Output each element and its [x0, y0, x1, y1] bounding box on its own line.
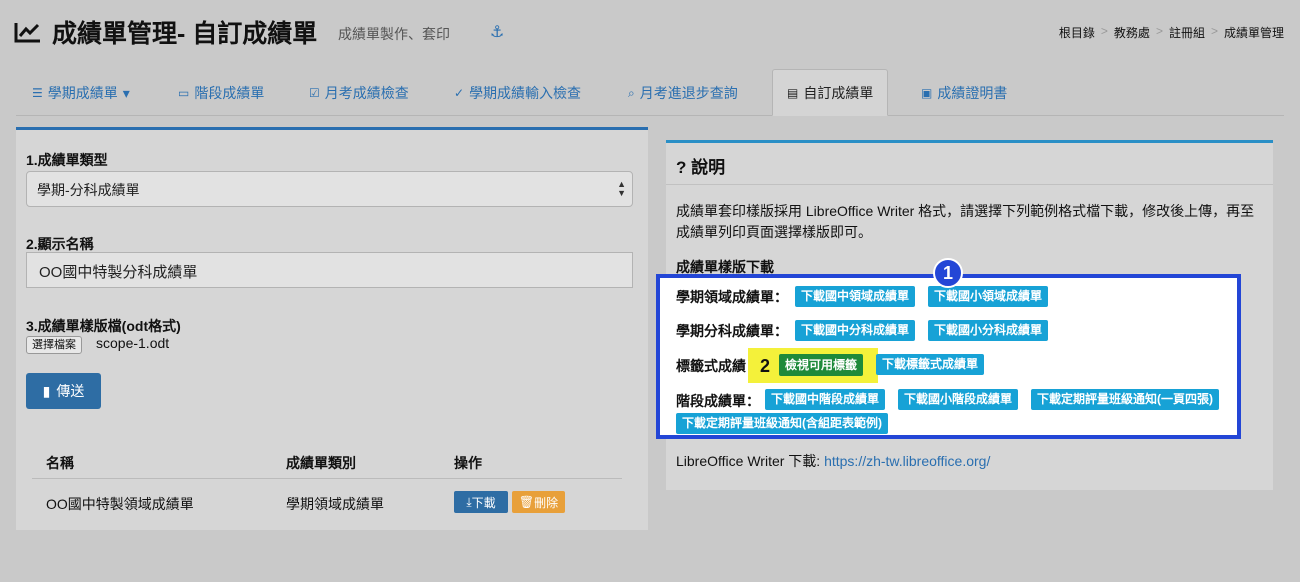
download-es-subject-button[interactable]: 下載國小分科成績單 [928, 320, 1049, 341]
view-tags-button[interactable]: 檢視可用標籤 [779, 354, 864, 376]
download-es-domain-button[interactable]: 下載國小領域成績單 [928, 286, 1049, 307]
file-icon: ▮ [42, 382, 51, 399]
tab-stage-report[interactable]: ▭ 階段成績單 [178, 69, 264, 116]
table-cell-category: 學期領域成績單 [286, 496, 384, 512]
tab-semester-report[interactable]: ☰ 學期成績單 ▾ [32, 69, 130, 116]
tab-progress-query[interactable]: ⌕ 月考進退步查詢 [628, 69, 738, 116]
annotation-badge-2: 2 [759, 355, 770, 376]
display-name-input[interactable]: OO國中特製分科成績單 [26, 252, 633, 288]
download-jh-domain-button[interactable]: 下載國中領域成績單 [795, 286, 916, 307]
table-header-name: 名稱 [46, 455, 74, 471]
table-header-actions: 操作 [454, 455, 482, 471]
row-label-semester-subject: 學期分科成績單： [676, 323, 788, 339]
anchor-icon[interactable]: ⚓ [490, 22, 504, 42]
help-title: ? 說明 [666, 143, 1273, 185]
page-header: 成績單管理- 自訂成績單 成績單製作、套印 ⚓ 根目錄 > 教務處 > 註冊組 > 成… [0, 0, 1300, 64]
report-type-select[interactable]: 學期-分科成績單 ▲ ▼ [26, 171, 633, 207]
tab-monthly-check[interactable]: ☑ 月考成績檢查 [309, 69, 409, 116]
tab-custom-report[interactable]: ▤ 自訂成績單 [772, 69, 889, 116]
breadcrumb-item[interactable]: 註冊組 [1169, 24, 1205, 41]
download-jh-stage-button[interactable]: 下載國中階段成績單 [765, 389, 886, 410]
report-form-panel: 1.成績單類型 學期-分科成績單 ▲ ▼ 2.顯示名稱 OO國中特製分科成績單 3… [16, 127, 648, 530]
download-notice-4up-button[interactable]: 下載定期評量班級通知(一頁四張) [1031, 389, 1219, 410]
file-name: scope-1.odt [96, 335, 170, 351]
name-label: 2.顯示名稱 [26, 236, 94, 252]
trash-icon: 🗑 [518, 495, 535, 509]
breadcrumb-item[interactable]: 教務處 [1114, 24, 1150, 41]
line-chart-icon [14, 23, 40, 43]
tab-semester-input-check[interactable]: ✓ 學期成績輸入檢查 [454, 69, 581, 116]
download-notice-range-button[interactable]: 下載定期評量班級通知(含組距表範例) [676, 413, 888, 434]
card-icon: ▭ [178, 85, 190, 100]
delete-button[interactable]: 🗑 刪除 [512, 491, 565, 513]
breadcrumb-item: 成績單管理 [1223, 26, 1284, 40]
contact-icon: ▣ [921, 85, 933, 100]
type-label: 1.成績單類型 [26, 152, 108, 168]
page-title: 成績單管理- 自訂成績單 [52, 20, 318, 48]
download-jh-subject-button[interactable]: 下載國中分科成績單 [795, 320, 916, 341]
tab-certificate[interactable]: ▣ 成績證明書 [921, 69, 1007, 116]
list-icon: ☰ [32, 85, 43, 100]
select-arrows-icon: ▲ ▼ [617, 179, 626, 198]
table-cell-name: OO國中特製領域成績單 [46, 496, 194, 512]
tab-bar: ☰ 學期成績單 ▾ ▭ 階段成績單 ☑ 月考成績檢查 ✓ 學期成績輸入檢查 ⌕ … [16, 69, 1284, 116]
question-icon: ? [676, 158, 687, 177]
annotation-badge-1: 1 [933, 258, 963, 288]
help-description: 成績單套印樣版採用 LibreOffice Writer 格式，請選擇下列範例格… [676, 203, 1255, 240]
check-circle-icon: ✓ [454, 85, 465, 100]
table-header-category: 成績單類別 [286, 455, 356, 471]
download-button[interactable]: ⤓ 下載 [454, 491, 508, 513]
chevron-down-icon: ▾ [122, 84, 130, 101]
page-subtitle: 成績單製作、套印 [338, 26, 450, 42]
choose-file-button[interactable]: 選擇檔案 [26, 336, 82, 354]
template-label: 3.成績單樣版檔(odt格式) [26, 318, 181, 334]
download-tag-button[interactable]: 下載標籤式成績單 [876, 354, 985, 375]
writer-link[interactable]: https://zh-tw.libreoffice.org/ [824, 453, 990, 469]
check-square-icon: ☑ [309, 85, 320, 100]
writer-download: LibreOffice Writer 下載: https://zh-tw.lib… [676, 453, 991, 469]
breadcrumb-item[interactable]: 根目錄 [1059, 24, 1095, 41]
submit-button[interactable]: ▮ 傳送 [26, 373, 101, 409]
breadcrumb: 根目錄 > 教務處 > 註冊組 > 成績單管理 [1058, 24, 1284, 41]
search-icon: ⌕ [628, 85, 635, 100]
id-card-icon: ▤ [787, 85, 799, 100]
row-label-semester-domain: 學期領域成績單： [676, 289, 788, 305]
row-label-stage: 階段成績單： [676, 393, 760, 409]
row-label-tag: 標籤式成績 [676, 358, 746, 374]
table-divider [32, 478, 622, 479]
download-es-stage-button[interactable]: 下載國小階段成績單 [898, 389, 1019, 410]
